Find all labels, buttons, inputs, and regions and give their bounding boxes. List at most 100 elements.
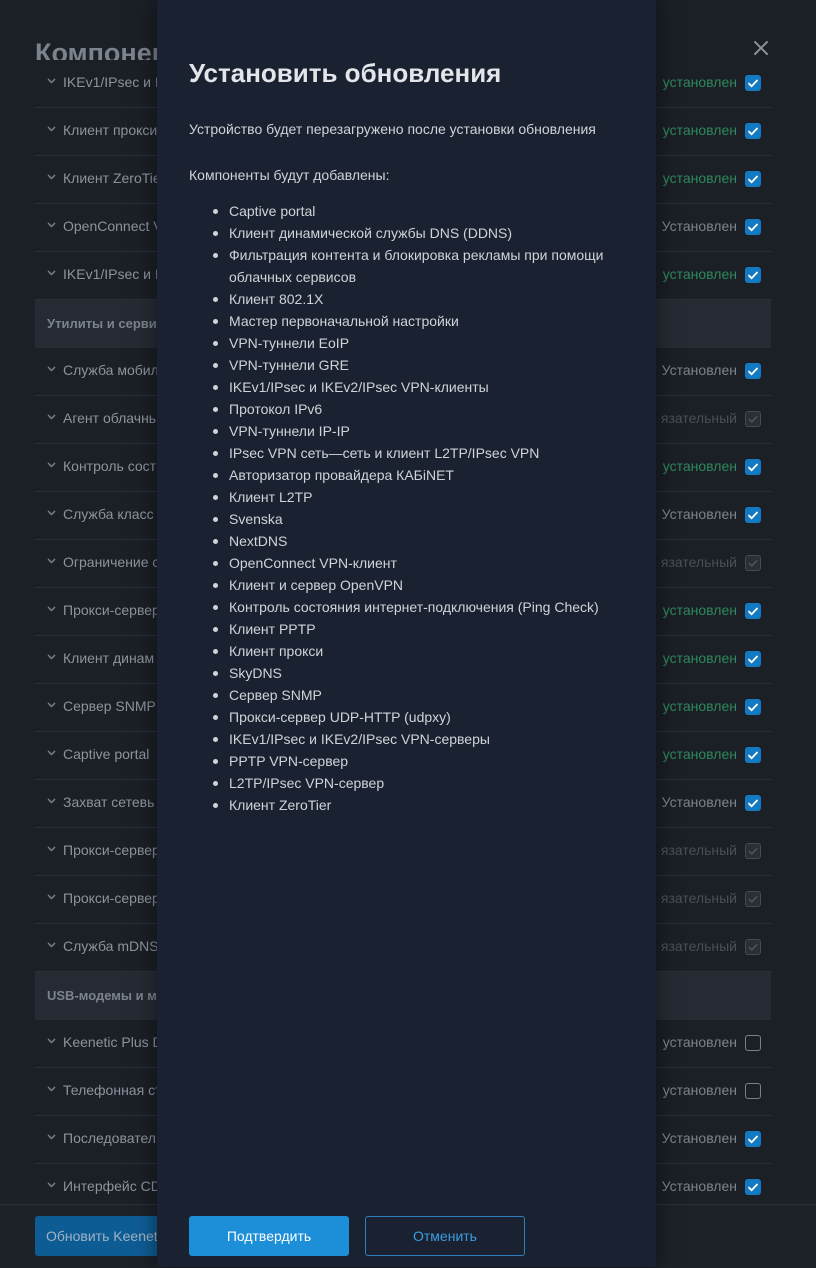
component-checkbox[interactable] [745, 1035, 761, 1051]
component-checkbox[interactable] [745, 795, 761, 811]
check-icon [748, 415, 758, 423]
chevron-down-icon[interactable] [47, 892, 56, 901]
component-status: установлен [662, 1034, 737, 1050]
component-list-item: Svenska [213, 508, 629, 530]
component-checkbox[interactable] [745, 651, 761, 667]
chevron-down-icon[interactable] [47, 1132, 56, 1141]
check-icon [747, 1183, 759, 1192]
chevron-down-icon[interactable] [47, 748, 56, 757]
chevron-down-icon[interactable] [47, 124, 56, 133]
component-list-item: Клиент прокси [213, 640, 629, 662]
component-name: Клиент ZeroTie [63, 170, 161, 186]
component-name: Клиент динам [63, 650, 155, 666]
chevron-down-icon[interactable] [47, 364, 56, 373]
component-checkbox [745, 843, 761, 859]
component-checkbox[interactable] [745, 363, 761, 379]
component-status: установлен [662, 266, 737, 282]
chevron-down-icon[interactable] [47, 940, 56, 949]
component-checkbox[interactable] [745, 459, 761, 475]
component-status: установлен [662, 458, 737, 474]
component-list-item: PPTP VPN-сервер [213, 750, 629, 772]
component-status: язательный [660, 410, 737, 426]
component-list-item: Авторизатор провайдера КАБiNET [213, 464, 629, 486]
chevron-down-icon[interactable] [47, 1084, 56, 1093]
component-name: OpenConnect V [63, 218, 163, 234]
component-status: установлен [662, 698, 737, 714]
component-name: Контроль сост [63, 458, 157, 474]
component-status: установлен [662, 650, 737, 666]
chevron-down-icon[interactable] [47, 844, 56, 853]
component-list-item: IKEv1/IPsec и IKEv2/IPsec VPN-серверы [213, 728, 629, 750]
component-checkbox [745, 555, 761, 571]
component-list-item: L2TP/IPsec VPN-сервер [213, 772, 629, 794]
chevron-down-icon[interactable] [47, 604, 56, 613]
component-list-item: Клиент и сервер OpenVPN [213, 574, 629, 596]
component-checkbox[interactable] [745, 507, 761, 523]
chevron-down-icon[interactable] [47, 1180, 56, 1189]
component-list-item: VPN-туннели IP-IP [213, 420, 629, 442]
component-checkbox[interactable] [745, 75, 761, 91]
components-to-add-list: Captive portal Клиент динамической службы… [189, 200, 629, 816]
component-name: Агент облачнь [63, 410, 157, 426]
component-list-item: OpenConnect VPN-клиент [213, 552, 629, 574]
check-icon [747, 463, 759, 472]
section-title: Утилиты и серви [47, 316, 157, 331]
component-checkbox [745, 411, 761, 427]
chevron-down-icon[interactable] [47, 220, 56, 229]
component-list-item: Клиент L2TP [213, 486, 629, 508]
component-checkbox[interactable] [745, 267, 761, 283]
left-edge-fragments [0, 0, 8, 1267]
component-checkbox[interactable] [745, 171, 761, 187]
component-status: Установлен [661, 506, 737, 522]
component-checkbox[interactable] [745, 123, 761, 139]
reboot-notice: Устройство будет перезагружено после уст… [189, 121, 596, 137]
chevron-down-icon[interactable] [47, 508, 56, 517]
cancel-button[interactable]: Отменить [365, 1216, 525, 1256]
component-list-item: IKEv1/IPsec и IKEv2/IPsec VPN-клиенты [213, 376, 629, 398]
chevron-down-icon[interactable] [47, 700, 56, 709]
component-status: установлен [662, 602, 737, 618]
check-icon [747, 79, 759, 88]
component-checkbox[interactable] [745, 747, 761, 763]
component-checkbox [745, 939, 761, 955]
chevron-down-icon[interactable] [47, 556, 56, 565]
component-list-item: Клиент динамической службы DNS (DDNS) [213, 222, 629, 244]
chevron-down-icon[interactable] [47, 460, 56, 469]
chevron-down-icon[interactable] [47, 412, 56, 421]
chevron-down-icon[interactable] [47, 172, 56, 181]
dialog-title: Установить обновления [189, 58, 502, 88]
chevron-down-icon[interactable] [47, 268, 56, 277]
component-checkbox[interactable] [745, 1179, 761, 1195]
component-checkbox[interactable] [745, 699, 761, 715]
component-checkbox[interactable] [745, 219, 761, 235]
component-status: Установлен [661, 794, 737, 810]
component-checkbox [745, 891, 761, 907]
component-status: установлен [662, 74, 737, 90]
component-list-item: Сервер SNMP [213, 684, 629, 706]
confirm-button[interactable]: Подтвердить [189, 1216, 349, 1256]
component-status: Установлен [661, 218, 737, 234]
component-list-item: VPN-туннели EoIP [213, 332, 629, 354]
component-list-item: Контроль состояния интернет-подключения … [213, 596, 629, 618]
close-icon[interactable] [751, 38, 771, 58]
chevron-down-icon[interactable] [47, 796, 56, 805]
check-icon [747, 367, 759, 376]
component-name: Прокси-сервер [63, 602, 160, 618]
check-icon [748, 943, 758, 951]
component-status: установлен [662, 1082, 737, 1098]
component-status: установлен [662, 122, 737, 138]
component-list-item: Captive portal [213, 200, 629, 222]
component-checkbox[interactable] [745, 603, 761, 619]
component-checkbox[interactable] [745, 1131, 761, 1147]
chevron-down-icon[interactable] [47, 1036, 56, 1045]
chevron-down-icon[interactable] [47, 76, 56, 85]
check-icon [747, 223, 759, 232]
component-checkbox[interactable] [745, 1083, 761, 1099]
check-icon [747, 799, 759, 808]
install-updates-dialog: Установить обновления Устройство будет п… [157, 0, 656, 1267]
check-icon [748, 895, 758, 903]
check-icon [747, 511, 759, 520]
chevron-down-icon[interactable] [47, 652, 56, 661]
component-name: Служба класс [63, 506, 154, 522]
component-status: установлен [662, 170, 737, 186]
